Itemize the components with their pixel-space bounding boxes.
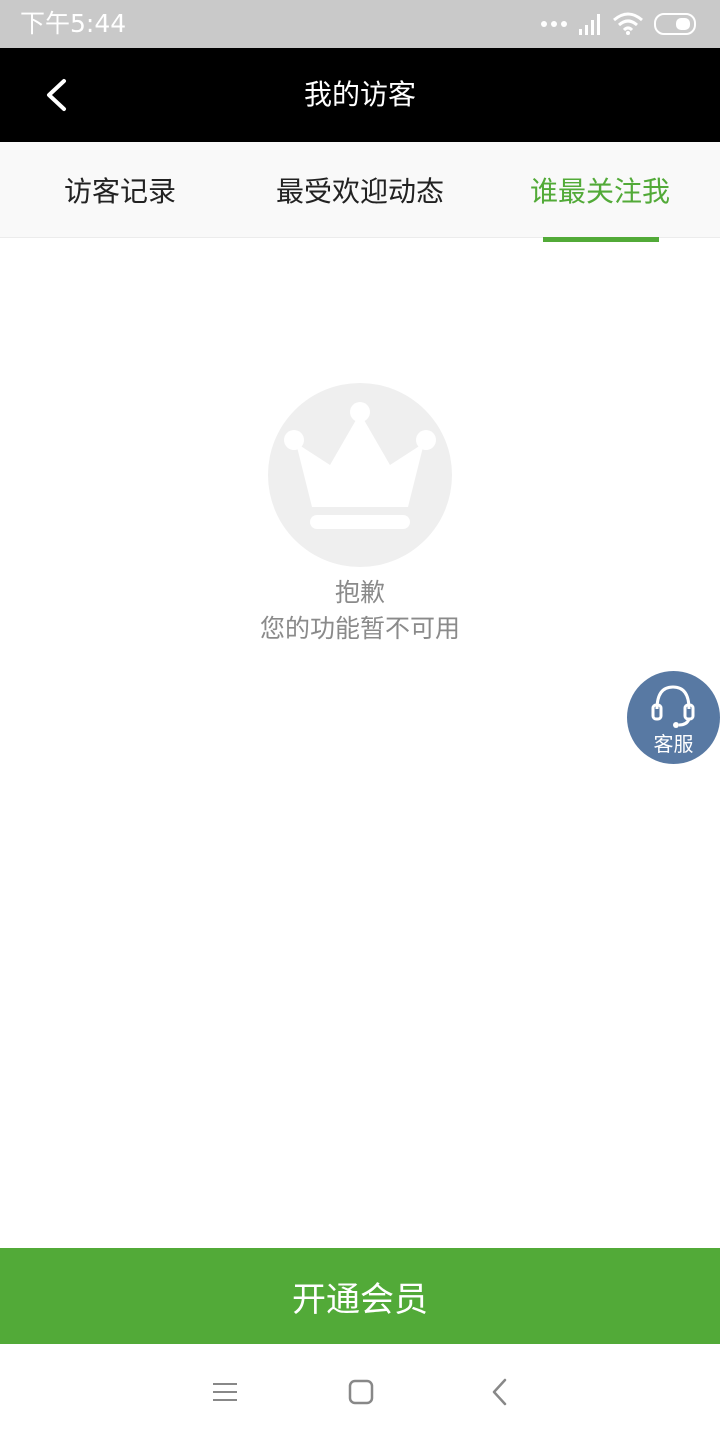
nav-back-button[interactable] <box>480 1372 520 1412</box>
open-membership-button[interactable]: 开通会员 <box>0 1248 720 1344</box>
empty-title: 抱歉 <box>334 578 385 607</box>
tab-popular-posts[interactable]: 最受欢迎动态 <box>240 142 480 237</box>
empty-state: 抱歉 您的功能暂不可用 <box>0 383 720 647</box>
signal-icon <box>579 14 600 35</box>
tab-visitor-records[interactable]: 访客记录 <box>0 142 240 237</box>
empty-subtitle: 您的功能暂不可用 <box>259 614 460 643</box>
headset-icon <box>651 685 695 728</box>
back-icon <box>492 1378 507 1406</box>
wifi-icon <box>613 12 643 35</box>
page-title: 我的访客 <box>303 78 416 111</box>
nav-menu-button[interactable] <box>205 1372 245 1412</box>
status-icons <box>540 10 700 38</box>
status-bar: 下午5:44 <box>0 0 720 48</box>
tab-bar: 访客记录 最受欢迎动态 谁最关注我 <box>0 142 720 238</box>
tab-who-follows-me[interactable]: 谁最关注我 <box>480 142 720 237</box>
active-tab-indicator <box>543 237 659 242</box>
nav-home-button[interactable] <box>341 1372 381 1412</box>
customer-service-button[interactable]: 客服 <box>627 671 720 764</box>
menu-icon <box>213 1383 237 1401</box>
title-bar: 我的访客 <box>0 48 720 142</box>
battery-icon <box>654 13 696 35</box>
status-time: 下午5:44 <box>20 9 127 38</box>
customer-service-label: 客服 <box>653 732 694 756</box>
system-nav-bar <box>0 1344 720 1440</box>
dots-icon <box>541 21 567 27</box>
crown-icon <box>268 383 452 567</box>
home-icon <box>348 1379 374 1405</box>
